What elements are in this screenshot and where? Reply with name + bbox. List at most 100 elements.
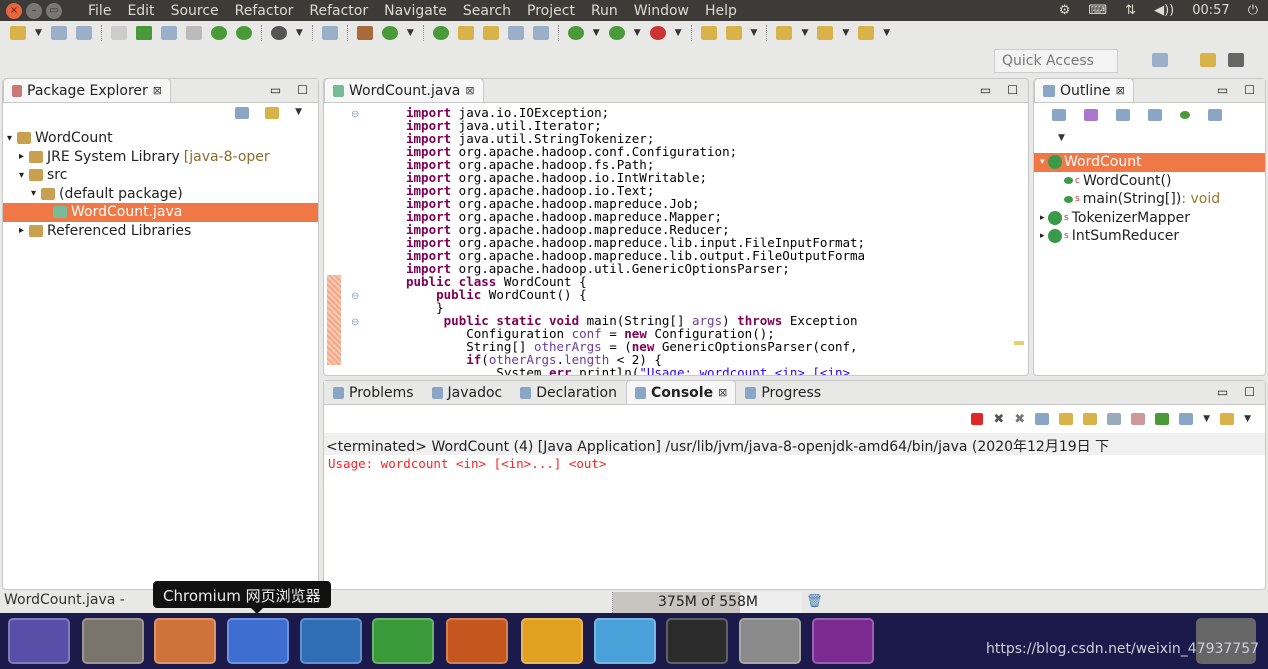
close-icon[interactable]: ⊠ bbox=[153, 84, 162, 97]
show-on-stdout-icon[interactable] bbox=[1107, 413, 1122, 425]
save-all-icon[interactable] bbox=[75, 26, 92, 40]
console-icon[interactable] bbox=[185, 26, 202, 40]
view-menu-icon[interactable]: ▼ bbox=[295, 107, 302, 127]
outline-item[interactable]: ▸ s IntSumReducer bbox=[1034, 227, 1265, 246]
skip-breakpoints-icon[interactable] bbox=[321, 26, 338, 40]
close-icon[interactable]: ⊠ bbox=[718, 386, 727, 399]
menu-item-run[interactable]: Run bbox=[583, 3, 626, 19]
menu-item-window[interactable]: Window bbox=[626, 3, 697, 19]
dock-ubuntu-dash-icon[interactable] bbox=[8, 618, 70, 664]
code-area[interactable]: import java.io.IOException; import java.u… bbox=[406, 106, 865, 375]
new-class-icon[interactable] bbox=[381, 26, 398, 40]
prev-annotation-icon[interactable] bbox=[507, 26, 524, 40]
dock-help-icon[interactable] bbox=[739, 618, 801, 664]
outline-item[interactable]: c WordCount() bbox=[1034, 172, 1265, 191]
open-perspective-icon[interactable] bbox=[1152, 53, 1168, 67]
power-icon[interactable]: ⏻ bbox=[1248, 3, 1258, 18]
scroll-lock-icon[interactable] bbox=[1059, 413, 1074, 425]
open-type-icon[interactable] bbox=[432, 26, 449, 40]
show-whitespace-icon[interactable] bbox=[532, 26, 549, 40]
maximize-icon[interactable]: ☐ bbox=[1007, 83, 1018, 97]
remove-launch-icon[interactable]: ✖ bbox=[993, 412, 1004, 427]
task-icon[interactable] bbox=[482, 26, 499, 40]
profile-icon[interactable] bbox=[270, 26, 287, 40]
minimize-icon[interactable]: ▭ bbox=[270, 83, 281, 97]
minimize-icon[interactable]: ▭ bbox=[1217, 385, 1228, 399]
debug-icon[interactable] bbox=[567, 26, 584, 40]
dock-calc-icon[interactable] bbox=[372, 618, 434, 664]
maximize-icon[interactable]: ☐ bbox=[297, 83, 308, 97]
menu-item-refactor[interactable]: Refactor bbox=[301, 3, 376, 19]
dock-app-icon[interactable] bbox=[812, 618, 874, 664]
link-with-editor-icon[interactable] bbox=[265, 107, 280, 119]
forward-icon[interactable] bbox=[858, 26, 875, 40]
run-external-icon[interactable] bbox=[649, 26, 666, 40]
collapse-all-icon[interactable] bbox=[1052, 109, 1066, 121]
new-icon[interactable] bbox=[10, 26, 26, 40]
tree-item[interactable]: ▾ (default package) bbox=[3, 185, 318, 204]
minimize-icon[interactable]: ▭ bbox=[980, 83, 991, 97]
tab-console[interactable]: Console ⊠ bbox=[625, 380, 737, 404]
save-icon[interactable] bbox=[50, 26, 67, 40]
chevron-down-icon[interactable]: ▾ bbox=[1040, 157, 1048, 167]
tab-package-explorer[interactable]: Package Explorer ⊠ bbox=[3, 78, 171, 102]
menu-item-help[interactable]: Help bbox=[697, 3, 745, 19]
remove-all-icon[interactable]: ✖ bbox=[1014, 412, 1025, 427]
tab-declaration[interactable]: Declaration bbox=[511, 380, 626, 404]
fold-icon[interactable]: ⊖ bbox=[351, 290, 359, 303]
back-icon[interactable] bbox=[817, 26, 834, 40]
maximize-icon[interactable]: ☐ bbox=[1244, 83, 1255, 97]
tree-item[interactable]: ▾ src bbox=[3, 166, 318, 185]
tasks-icon[interactable] bbox=[135, 26, 152, 40]
display-console-icon[interactable] bbox=[1179, 413, 1194, 425]
hide-nonpublic-icon[interactable] bbox=[1180, 111, 1190, 119]
run-server-icon[interactable] bbox=[210, 26, 227, 40]
dock-terminal-icon[interactable] bbox=[666, 618, 728, 664]
run-icon[interactable] bbox=[608, 26, 625, 40]
dock-impress-icon[interactable] bbox=[446, 618, 508, 664]
chevron-down-icon[interactable]: ▾ bbox=[7, 133, 17, 144]
network-icon[interactable]: ⇅ bbox=[1125, 3, 1136, 18]
menu-item-search[interactable]: Search bbox=[455, 3, 519, 19]
sort-icon[interactable] bbox=[1084, 109, 1098, 121]
hide-local-types-icon[interactable] bbox=[1208, 109, 1222, 121]
open-console-icon[interactable] bbox=[1220, 413, 1235, 425]
tab-javadoc[interactable]: Javadoc bbox=[423, 380, 512, 404]
dock-software-center-icon[interactable] bbox=[521, 618, 583, 664]
pin-console-icon[interactable] bbox=[1155, 413, 1170, 425]
menu-item-source[interactable]: Source bbox=[163, 3, 227, 19]
menu-item-file[interactable]: File bbox=[80, 3, 119, 19]
toggle-icon[interactable] bbox=[110, 26, 127, 40]
collapse-all-icon[interactable] bbox=[235, 107, 250, 119]
window-close-button[interactable]: × bbox=[6, 2, 22, 19]
volume-icon[interactable]: ◀)) bbox=[1154, 3, 1174, 18]
close-icon[interactable]: ⊠ bbox=[1116, 84, 1125, 97]
search-icon[interactable] bbox=[725, 26, 742, 40]
highlight-icon[interactable] bbox=[457, 26, 474, 40]
maximize-icon[interactable]: ☐ bbox=[1244, 385, 1255, 399]
chevron-right-icon[interactable]: ▸ bbox=[1040, 231, 1048, 241]
hide-fields-icon[interactable] bbox=[1116, 109, 1130, 121]
chevron-down-icon[interactable]: ▼ bbox=[1203, 414, 1210, 424]
menu-item-edit[interactable]: Edit bbox=[119, 3, 162, 19]
menu-item-project[interactable]: Project bbox=[519, 3, 583, 19]
run-ear-icon[interactable] bbox=[235, 26, 252, 40]
menu-item-navigate[interactable]: Navigate bbox=[376, 3, 455, 19]
fold-icon[interactable]: ⊖ bbox=[351, 316, 359, 329]
fold-icon[interactable]: ⊖ bbox=[351, 108, 359, 121]
dock-chromium-icon[interactable] bbox=[227, 618, 289, 664]
overview-marker[interactable] bbox=[1014, 341, 1024, 345]
next-edit-icon[interactable] bbox=[776, 26, 793, 40]
chevron-down-icon[interactable]: ▾ bbox=[19, 170, 29, 181]
quick-access-input[interactable]: Quick Access bbox=[994, 49, 1118, 73]
chevron-right-icon[interactable]: ▸ bbox=[19, 225, 29, 236]
dock-files-icon[interactable] bbox=[82, 618, 144, 664]
garbage-collect-icon[interactable]: 🗑 bbox=[806, 594, 823, 609]
info-icon[interactable] bbox=[160, 26, 177, 40]
dock-firefox-icon[interactable] bbox=[154, 618, 216, 664]
clear-console-icon[interactable] bbox=[1035, 413, 1050, 425]
word-wrap-icon[interactable] bbox=[1083, 413, 1098, 425]
keyboard-icon[interactable]: ⌨ bbox=[1088, 3, 1107, 18]
java-perspective-icon[interactable] bbox=[1228, 53, 1244, 67]
heap-status[interactable]: 375M of 558M bbox=[612, 592, 802, 613]
